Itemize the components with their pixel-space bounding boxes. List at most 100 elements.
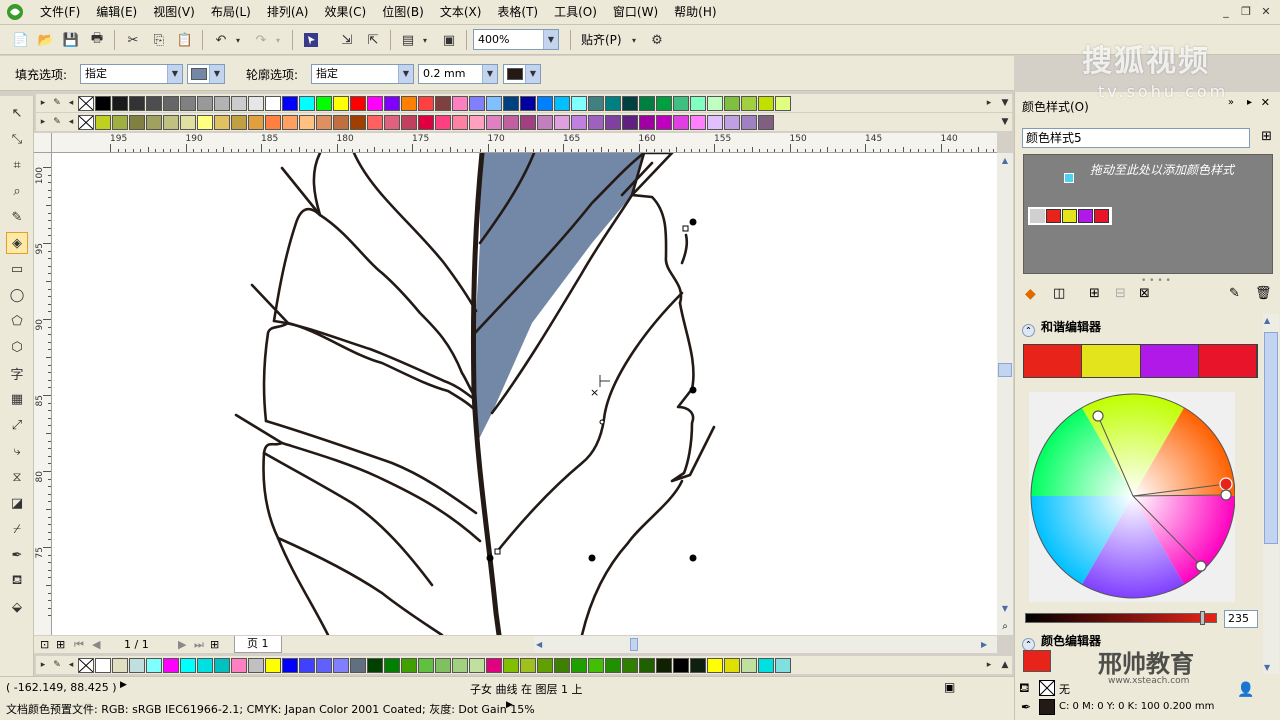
palette-color-swatch[interactable] <box>469 657 485 673</box>
palette-color-swatch[interactable] <box>180 657 196 673</box>
undo-dropdown-icon[interactable]: ▾ <box>232 29 244 51</box>
palette-color-swatch[interactable] <box>95 95 111 111</box>
menu-item[interactable]: 视图(V) <box>145 0 203 24</box>
palette-color-swatch[interactable] <box>588 657 604 673</box>
outline-color-status-swatch[interactable] <box>1039 699 1055 715</box>
palette-color-swatch[interactable] <box>333 95 349 111</box>
menu-item[interactable]: 帮助(H) <box>666 0 724 24</box>
last-page-icon[interactable]: ⏭ <box>194 638 204 652</box>
palette-color-swatch[interactable] <box>401 114 417 130</box>
palette-color-swatch[interactable] <box>452 114 468 130</box>
scroll-up-icon[interactable]: ▲ <box>1264 316 1270 325</box>
palette-color-swatch[interactable] <box>724 657 740 673</box>
menu-item[interactable]: 效果(C) <box>316 0 374 24</box>
harmony-color-cell[interactable] <box>1198 345 1257 377</box>
palette-color-swatch[interactable] <box>520 657 536 673</box>
zoom-tool-icon[interactable]: ⌕ <box>6 180 28 202</box>
color-profile-info[interactable]: 文档颜色预置文件: RGB: sRGB IEC61966-2.1; CMYK: … <box>6 701 535 717</box>
new-harmony-icon[interactable]: ◫ <box>1053 286 1065 301</box>
palette-color-swatch[interactable] <box>231 114 247 130</box>
horizontal-scroll-thumb[interactable] <box>630 638 638 651</box>
palette-menu-icon[interactable]: ▲ <box>998 658 1012 673</box>
palette-color-swatch[interactable] <box>758 114 774 130</box>
no-color-swatch[interactable] <box>78 114 94 130</box>
color-harmony-group[interactable] <box>1028 207 1112 225</box>
eyedropper-tool-icon[interactable]: ⌿ <box>6 518 28 540</box>
palette-color-swatch[interactable] <box>605 657 621 673</box>
outline-width-combo[interactable]: 0.2 mm ▼ <box>418 64 498 84</box>
palette-color-swatch[interactable] <box>163 657 179 673</box>
restore-button[interactable]: ❐ <box>1238 4 1254 20</box>
palette-color-swatch[interactable] <box>248 114 264 130</box>
color-style-chip[interactable] <box>1062 209 1077 223</box>
palette-color-swatch[interactable] <box>95 114 111 130</box>
rectangle-tool-icon[interactable]: ▭ <box>6 258 28 280</box>
palette-color-swatch[interactable] <box>503 114 519 130</box>
app-launcher-icon[interactable]: ▤ <box>397 29 419 51</box>
palette-color-swatch[interactable] <box>758 95 774 111</box>
brightness-value-field[interactable]: 235 <box>1224 610 1258 628</box>
chevron-down-icon[interactable]: ▼ <box>543 30 558 49</box>
palette-color-swatch[interactable] <box>435 95 451 111</box>
palette-color-swatch[interactable] <box>673 114 689 130</box>
no-color-swatch[interactable] <box>78 657 94 673</box>
dimension-tool-icon[interactable]: ⤢ <box>6 414 28 436</box>
palette-color-swatch[interactable] <box>741 95 757 111</box>
paste-icon[interactable]: 📋 <box>174 29 196 51</box>
palette-color-swatch[interactable] <box>588 95 604 111</box>
color-styles-list[interactable]: 拖动至此处以添加颜色样式 <box>1023 154 1273 274</box>
palette-color-swatch[interactable] <box>333 657 349 673</box>
docker-scrollbar[interactable]: ▲ ▼ <box>1263 314 1279 674</box>
freehand-tool-icon[interactable]: ✎ <box>6 206 28 228</box>
palette-color-swatch[interactable] <box>520 114 536 130</box>
palette-color-swatch[interactable] <box>537 114 553 130</box>
palette-color-swatch[interactable] <box>282 95 298 111</box>
palette-color-swatch[interactable] <box>350 114 366 130</box>
color-editor-swatch[interactable] <box>1023 650 1051 672</box>
palette-color-swatch[interactable] <box>299 95 315 111</box>
palette-color-swatch[interactable] <box>622 114 638 130</box>
close-button[interactable]: ✕ <box>1258 4 1274 20</box>
palette-color-swatch[interactable] <box>690 95 706 111</box>
palette-color-swatch[interactable] <box>503 657 519 673</box>
palette-color-swatch[interactable] <box>418 95 434 111</box>
eyedropper-icon[interactable]: ✎ <box>50 658 64 673</box>
docker-scroll-thumb[interactable] <box>1264 332 1278 544</box>
ruler-origin[interactable] <box>34 133 52 153</box>
app-logo-icon[interactable] <box>4 1 26 23</box>
brightness-slider-thumb[interactable] <box>1200 611 1205 625</box>
palette-scroll-left-icon[interactable]: ◂ <box>64 115 78 130</box>
scroll-down-icon[interactable]: ▼ <box>1264 663 1270 672</box>
palette-color-swatch[interactable] <box>282 114 298 130</box>
interactive-fill-tool-icon[interactable]: ⬙ <box>6 596 28 618</box>
palette-color-swatch[interactable] <box>758 657 774 673</box>
palette-color-swatch[interactable] <box>690 657 706 673</box>
chevron-down-icon[interactable]: ▼ <box>209 65 224 83</box>
palette-color-swatch[interactable] <box>214 114 230 130</box>
palette-color-swatch[interactable] <box>180 114 196 130</box>
snap-to-button[interactable]: 贴齐(P) <box>581 31 622 48</box>
palette-color-swatch[interactable] <box>197 657 213 673</box>
menu-item[interactable]: 文件(F) <box>32 0 88 24</box>
user-icon[interactable]: 👤 <box>1237 682 1254 698</box>
palette-color-swatch[interactable] <box>775 657 791 673</box>
palette-color-swatch[interactable] <box>265 114 281 130</box>
palette-color-swatch[interactable] <box>180 95 196 111</box>
harmony-color-cell[interactable] <box>1140 345 1199 377</box>
palette-color-swatch[interactable] <box>673 95 689 111</box>
palette-color-swatch[interactable] <box>554 95 570 111</box>
palette-color-swatch[interactable] <box>214 657 230 673</box>
palette-color-swatch[interactable] <box>146 114 162 130</box>
palette-color-swatch[interactable] <box>197 95 213 111</box>
palette-color-swatch[interactable] <box>724 114 740 130</box>
harmony-editor-header[interactable]: ⌃ 和谐编辑器 <box>1022 318 1101 337</box>
palette-color-swatch[interactable] <box>435 657 451 673</box>
palette-color-swatch[interactable] <box>367 657 383 673</box>
zoom-level-combo[interactable]: 400% ▼ <box>473 29 559 50</box>
vertical-scroll-thumb[interactable] <box>998 363 1012 377</box>
menu-item[interactable]: 工具(O) <box>546 0 605 24</box>
color-harmony-wheel[interactable] <box>1029 392 1236 602</box>
palette-scroll-left-icon[interactable]: ◂ <box>64 658 78 673</box>
first-page-icon[interactable]: ⏮ <box>74 638 84 652</box>
palette-color-swatch[interactable] <box>316 95 332 111</box>
